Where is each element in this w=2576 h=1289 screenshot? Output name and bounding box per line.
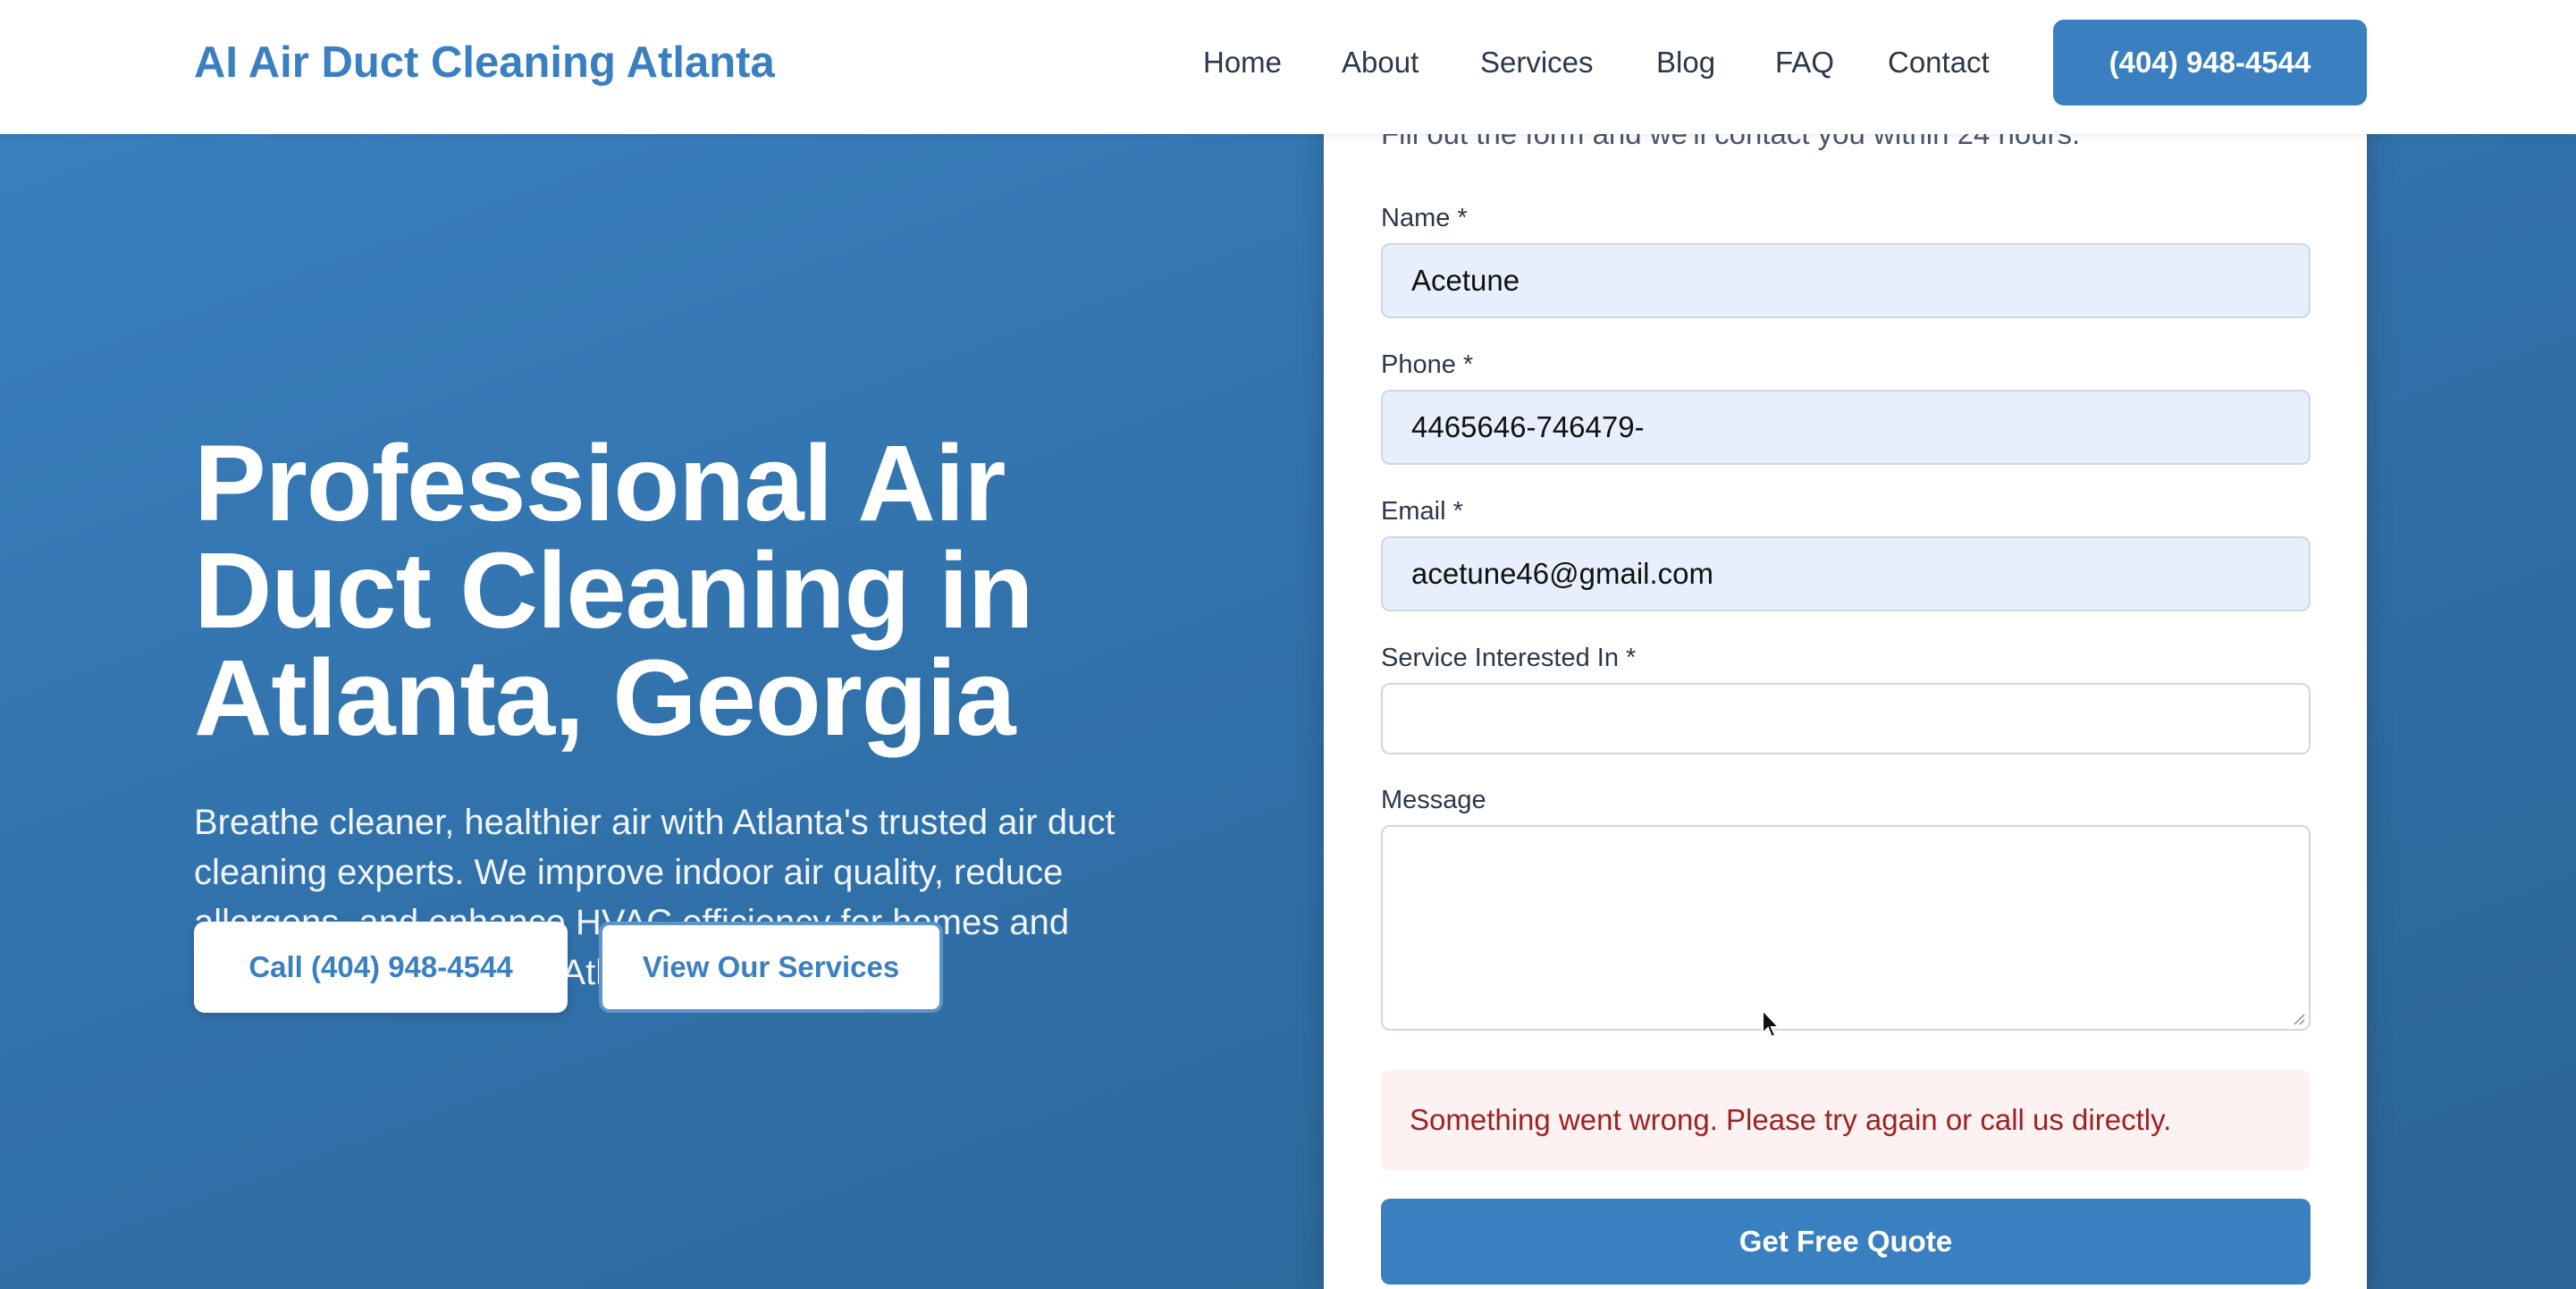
message-label: Message (1381, 786, 1486, 814)
message-textarea[interactable] (1381, 825, 2311, 1031)
view-services-button[interactable]: View Our Services (599, 922, 943, 1013)
resize-handle-icon[interactable] (2291, 1011, 2305, 1025)
header-phone-button[interactable]: (404) 948-4544 (2053, 20, 2367, 105)
phone-input[interactable]: 4465646-746479- (1381, 390, 2311, 465)
service-select[interactable] (1381, 683, 2311, 754)
get-free-quote-button[interactable]: Get Free Quote (1381, 1199, 2311, 1285)
email-input[interactable]: acetune46@gmail.com (1381, 536, 2311, 611)
name-input[interactable]: Acetune (1381, 243, 2311, 318)
email-label: Email * (1381, 497, 1463, 526)
hero-title: Professional Air Duct Cleaning in Atlant… (194, 422, 1034, 758)
nav-contact[interactable]: Contact (1888, 39, 1990, 86)
nav-faq[interactable]: FAQ (1775, 39, 1834, 86)
service-label: Service Interested In * (1381, 644, 1637, 672)
phone-label: Phone * (1381, 350, 1474, 379)
error-message: Something went wrong. Please try again o… (1381, 1070, 2311, 1170)
site-header: AI Air Duct Cleaning Atlanta Home About … (0, 0, 2576, 134)
nav-about[interactable]: About (1342, 39, 1418, 86)
nav-home[interactable]: Home (1203, 39, 1282, 86)
nav-blog[interactable]: Blog (1656, 39, 1715, 86)
mouse-cursor-icon (1762, 1008, 1781, 1039)
call-button[interactable]: Call (404) 948-4544 (194, 922, 568, 1013)
brand-logo[interactable]: AI Air Duct Cleaning Atlanta (194, 36, 775, 89)
nav-services[interactable]: Services (1480, 39, 1594, 86)
name-label: Name * (1381, 204, 1468, 232)
quote-form: Fill out the form and we'll contact you … (1324, 89, 2367, 1289)
